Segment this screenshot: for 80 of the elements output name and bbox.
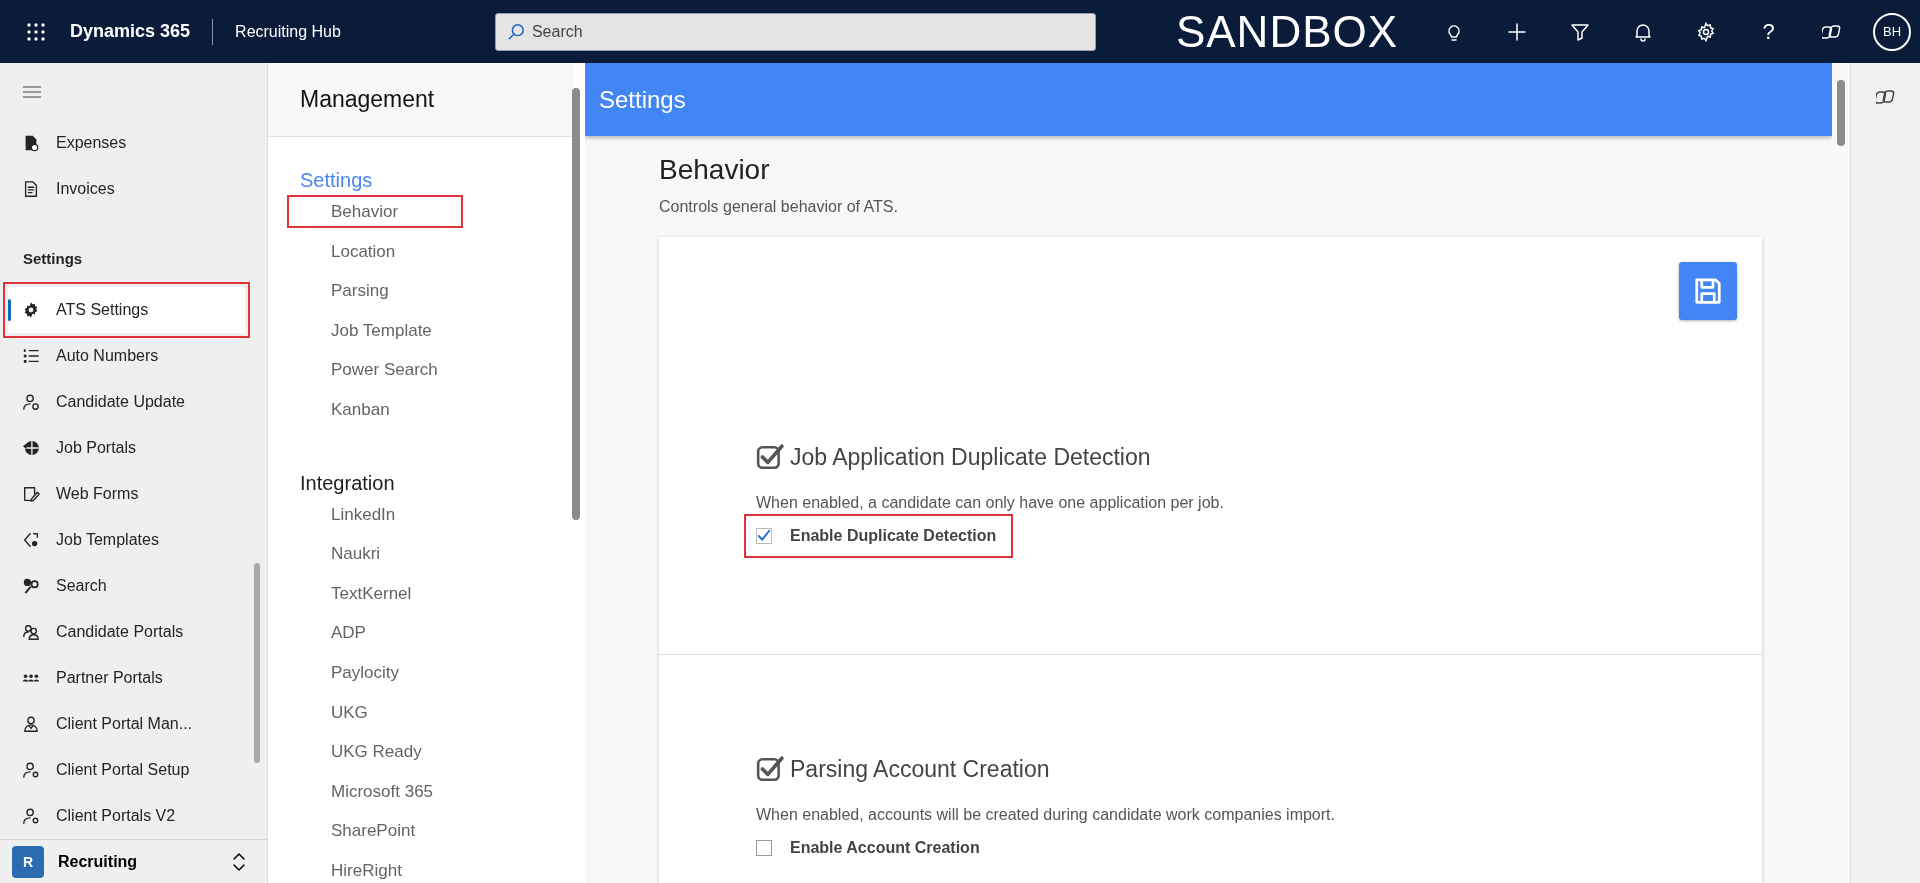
people-icon	[22, 623, 40, 641]
page-title: Behavior	[659, 154, 771, 186]
search-icon	[506, 22, 525, 41]
sidebar-item[interactable]: Expenses	[8, 120, 245, 166]
plus-icon	[1506, 21, 1527, 42]
save-button[interactable]	[1679, 262, 1737, 320]
nav-link[interactable]: Parsing	[288, 275, 462, 307]
nav-link[interactable]: UKG	[288, 696, 462, 728]
app-name[interactable]: Dynamics 365	[70, 21, 191, 42]
section-heading: Settings	[22, 249, 84, 269]
nav-link[interactable]: SharePoint	[288, 815, 462, 847]
sidebar-item[interactable]: Job Templates	[8, 517, 245, 563]
globe-icon	[22, 439, 40, 457]
save-icon	[1693, 276, 1723, 306]
panel-title: Management	[268, 63, 573, 137]
page-description: Controls general behavior of ATS.	[659, 198, 899, 216]
sidebar-item[interactable]: Job Portals	[8, 425, 245, 471]
nav-link[interactable]: Naukri	[288, 538, 462, 570]
sidebar-item[interactable]: Auto Numbers	[8, 333, 245, 379]
sidebar-item[interactable]: Client Portals V2	[8, 793, 245, 839]
section-title: Parsing Account Creation	[790, 755, 1050, 783]
checked-box-icon	[756, 443, 784, 471]
nav-link[interactable]: Power Search	[288, 354, 462, 386]
settings-icon	[1695, 21, 1716, 42]
nav-section-title: Integration	[299, 470, 396, 496]
scrollbar-thumb[interactable]	[1837, 80, 1845, 146]
checkbox-option[interactable]: Enable Duplicate Detection	[745, 515, 1013, 557]
checkbox[interactable]	[756, 528, 772, 544]
section-title: Job Application Duplicate Detection	[790, 443, 1151, 471]
person-icon	[22, 807, 40, 825]
person-icon	[22, 715, 40, 733]
help-button[interactable]: ?	[1737, 0, 1801, 63]
bell-icon	[1632, 21, 1653, 42]
user-avatar[interactable]: BH	[1873, 12, 1912, 51]
scrollbar-thumb[interactable]	[254, 563, 260, 763]
scrollbar[interactable]	[1832, 63, 1850, 883]
nav-link[interactable]: HireRight	[288, 854, 462, 883]
nav-link[interactable]: LinkedIn	[288, 498, 462, 530]
environment-label: SANDBOX	[1175, 6, 1399, 57]
form-icon	[22, 485, 40, 503]
nav-link[interactable]: Kanban	[288, 393, 462, 425]
scrollbar-thumb[interactable]	[572, 88, 580, 520]
copilot-icon	[1875, 87, 1896, 107]
area-name[interactable]: Recruiting Hub	[235, 22, 341, 41]
checkmark-icon	[757, 529, 771, 543]
nav-link[interactable]: Microsoft 365	[288, 775, 462, 807]
nav-link[interactable]: Location	[288, 235, 462, 267]
sidebar-item[interactable]: Partner Portals	[8, 655, 245, 701]
sidebar-item[interactable]: Candidate Portals	[8, 609, 245, 655]
section-description: When enabled, a candidate can only have one application per job.	[756, 494, 1225, 512]
sidebar-item[interactable]: Invoices	[8, 166, 245, 212]
sidebar-item[interactable]: Search	[8, 563, 245, 609]
area-label: Recruiting	[58, 852, 139, 871]
filter-icon	[1569, 21, 1590, 42]
area-badge: R	[12, 845, 44, 878]
sidebar-item[interactable]: Candidate Update	[8, 379, 245, 425]
page-header: Settings	[585, 63, 1832, 136]
waffle-icon	[26, 21, 46, 42]
nav-link[interactable]: Paylocity	[288, 656, 462, 688]
sidebar-item[interactable]: Web Forms	[8, 471, 245, 517]
menu-icon	[22, 84, 42, 99]
nav-link[interactable]: Job Template	[288, 314, 462, 346]
numbered-list-icon	[22, 347, 40, 365]
person-icon	[22, 393, 40, 411]
nav-link[interactable]: TextKernel	[288, 577, 462, 609]
checked-box-icon	[756, 755, 784, 783]
checkbox-option[interactable]: Enable Account Creation	[745, 827, 996, 869]
nav-section-title: Settings	[299, 168, 374, 193]
gear-icon	[22, 301, 40, 319]
search-field[interactable]: Search	[494, 12, 1096, 51]
sidebar-item[interactable]: Client Portal Man...	[8, 701, 245, 747]
sidebar-item[interactable]: Client Portal Setup	[8, 747, 245, 793]
nav-link[interactable]: UKG Ready	[288, 736, 462, 768]
person-icon	[22, 761, 40, 779]
checkbox[interactable]	[756, 840, 772, 856]
section-description: When enabled, accounts will be created during candidate work companies import.	[756, 806, 1336, 824]
document-icon	[22, 180, 40, 198]
nav-link[interactable]: Behavior	[288, 196, 462, 227]
nav-link[interactable]: ADP	[288, 617, 462, 649]
chevron-up-down-icon	[231, 851, 247, 872]
